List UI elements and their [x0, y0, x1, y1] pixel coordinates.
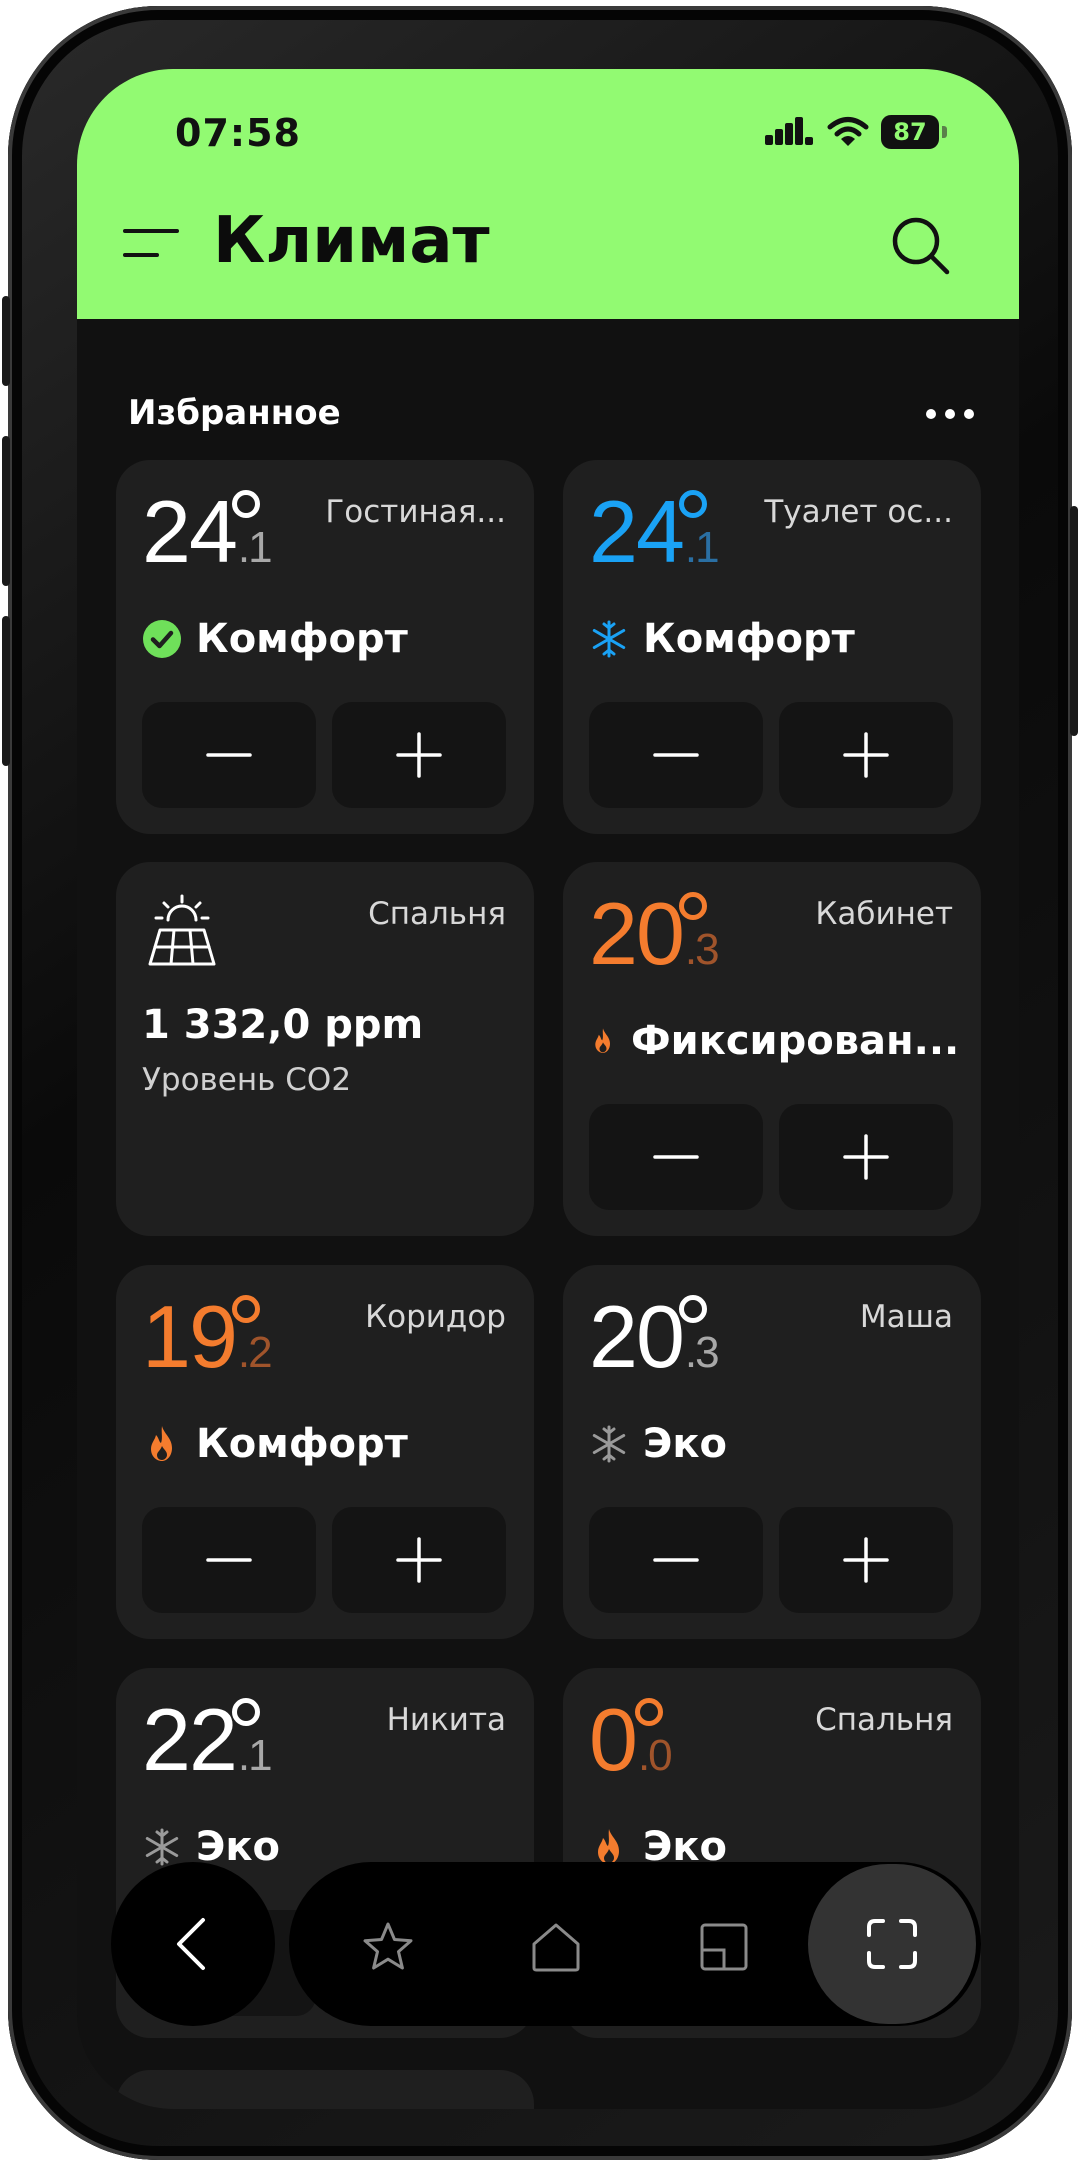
decrease-button[interactable] [142, 1507, 316, 1613]
minus-icon [653, 753, 699, 757]
home-icon[interactable] [529, 1920, 583, 1974]
wifi-icon [827, 117, 869, 146]
minus-icon [653, 1558, 699, 1562]
star-icon[interactable] [361, 1920, 415, 1974]
increase-button[interactable] [779, 1507, 953, 1613]
temperature-value: 0.0 [589, 1690, 673, 1789]
climate-card[interactable] [116, 2070, 534, 2109]
decrease-button[interactable] [589, 1104, 763, 1210]
mode-row: Комфорт [142, 616, 408, 662]
section-title-favorites: Избранное [128, 393, 341, 433]
increase-button[interactable] [779, 702, 953, 808]
sensor-label: Уровень CO2 [142, 1062, 352, 1098]
room-name: Гостиная... [325, 494, 506, 530]
increase-button[interactable] [332, 1507, 506, 1613]
power-button [1070, 506, 1078, 736]
temperature-value: 19.2 [142, 1287, 273, 1386]
snowflake-icon [145, 1828, 179, 1866]
mode-label: Эко [643, 1421, 727, 1467]
degree-icon [232, 490, 260, 518]
climate-card[interactable]: 19.2 Коридор Комфорт [116, 1265, 534, 1639]
plus-icon [396, 732, 442, 778]
decrease-button[interactable] [589, 1507, 763, 1613]
more-options-icon[interactable] [925, 407, 975, 421]
sensor-value: 1 332,0 ppm [142, 1002, 424, 1048]
mode-row: Комфорт [142, 1421, 408, 1467]
mode-row: Фиксирован... [589, 1018, 959, 1064]
decrease-button[interactable] [589, 702, 763, 808]
signal-icon [765, 117, 813, 145]
menu-icon[interactable] [123, 225, 179, 261]
back-icon [177, 1918, 205, 1970]
degree-icon [635, 1698, 663, 1726]
minus-icon [206, 753, 252, 757]
degree-icon [232, 1698, 260, 1726]
volume-down-button [2, 616, 10, 766]
mode-label: Фиксирован... [631, 1018, 960, 1064]
temperature-value: 24.1 [589, 482, 720, 581]
plus-icon [843, 1537, 889, 1583]
phone-frame: 07:58 87 Климат Избранное 24.1 Гостиная.… [2, 6, 1078, 2160]
battery-indicator: 87 [881, 115, 947, 149]
mode-row: Комфорт [589, 616, 855, 662]
status-time: 07:58 [175, 111, 301, 155]
temperature-value: 24.1 [142, 482, 273, 581]
rooms-icon[interactable] [697, 1920, 751, 1974]
bottom-navigation [289, 1862, 981, 2026]
degree-icon [232, 1295, 260, 1323]
app-header: 07:58 87 Климат [77, 69, 1019, 319]
temperature-value: 20.3 [589, 1287, 720, 1386]
scan-icon [867, 1919, 917, 1969]
climate-card[interactable]: 20.3 Маша Эко [563, 1265, 981, 1639]
flame-icon [598, 1829, 619, 1864]
side-button [2, 296, 10, 386]
plus-icon [843, 732, 889, 778]
sensor-card[interactable]: Спальня 1 332,0 ppm Уровень CO2 [116, 862, 534, 1236]
search-icon[interactable] [889, 214, 951, 276]
room-name: Спальня [815, 1702, 953, 1738]
app-screen: 07:58 87 Климат Избранное 24.1 Гостиная.… [77, 69, 1019, 2109]
degree-icon [679, 1295, 707, 1323]
room-name: Коридор [365, 1299, 506, 1335]
room-name: Туалет ос... [764, 494, 953, 530]
increase-button[interactable] [779, 1104, 953, 1210]
mode-label: Комфорт [643, 616, 855, 662]
temperature-value: 22.1 [142, 1690, 273, 1789]
room-name: Кабинет [815, 896, 953, 932]
degree-icon [679, 490, 707, 518]
solar-panel-icon [148, 894, 216, 966]
room-name: Спальня [368, 896, 506, 932]
check-circle-icon [143, 620, 181, 658]
degree-icon [679, 892, 707, 920]
mode-row: Эко [589, 1421, 727, 1467]
minus-icon [653, 1155, 699, 1159]
increase-button[interactable] [332, 702, 506, 808]
scan-button[interactable] [808, 1864, 976, 2024]
minus-icon [206, 1558, 252, 1562]
plus-icon [396, 1537, 442, 1583]
flame-icon [151, 1426, 172, 1461]
decrease-button[interactable] [142, 702, 316, 808]
flame-icon [595, 1028, 610, 1053]
back-button[interactable] [111, 1862, 275, 2026]
snowflake-icon [592, 620, 626, 658]
status-icons: 87 [765, 115, 947, 149]
climate-card[interactable]: 20.3 Кабинет Фиксирован... [563, 862, 981, 1236]
temperature-value: 20.3 [589, 884, 720, 983]
snowflake-icon [592, 1425, 626, 1463]
mode-label: Комфорт [196, 1421, 408, 1467]
climate-card[interactable]: 24.1 Туалет ос... Комфорт [563, 460, 981, 834]
mode-label: Комфорт [196, 616, 408, 662]
plus-icon [843, 1134, 889, 1180]
room-name: Маша [859, 1299, 953, 1335]
volume-up-button [2, 436, 10, 586]
room-name: Никита [386, 1702, 506, 1738]
page-title: Климат [213, 204, 490, 278]
climate-card[interactable]: 24.1 Гостиная... Комфорт [116, 460, 534, 834]
